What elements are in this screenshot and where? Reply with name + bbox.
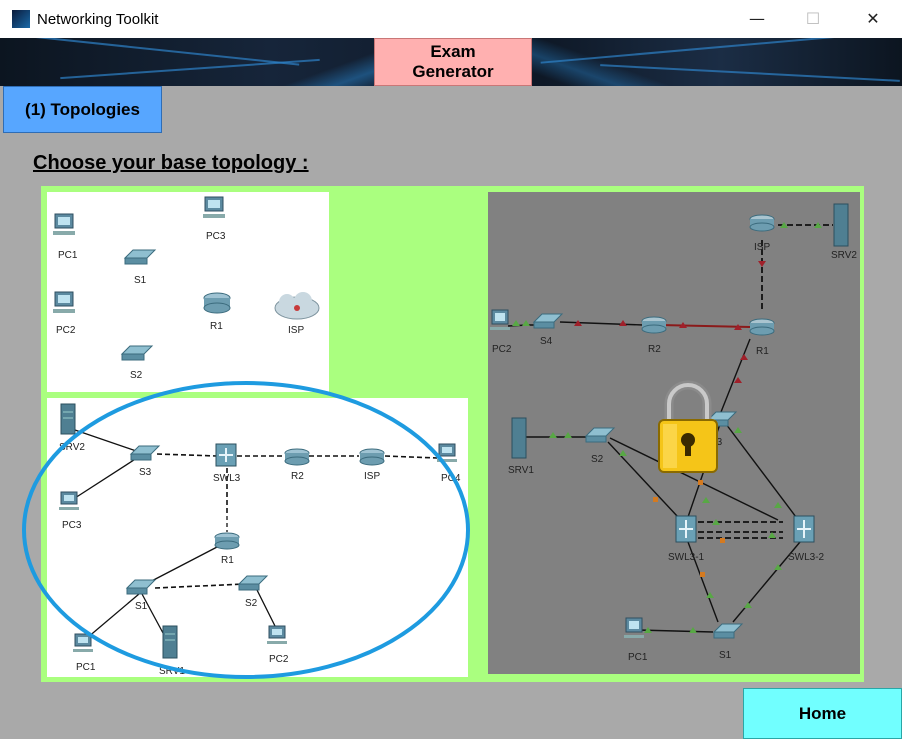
- router-icon: [749, 214, 775, 232]
- device-label: SRV1: [508, 465, 534, 476]
- device-label: PC1: [76, 662, 96, 673]
- switch-icon: [120, 345, 154, 361]
- pc-icon: [624, 617, 644, 638]
- device-label: ISP: [288, 325, 304, 336]
- pc-icon: [53, 291, 75, 313]
- switch-icon: [237, 575, 269, 591]
- router-icon: [284, 448, 310, 466]
- server-icon: [60, 403, 76, 435]
- device-label: R2: [648, 344, 661, 355]
- multilayer-switch-icon: [793, 515, 815, 543]
- device-label: SRV2: [59, 442, 85, 453]
- tab-exam-generator[interactable]: Exam Generator: [374, 38, 532, 86]
- switch-icon: [129, 445, 161, 461]
- switch-icon: [712, 623, 744, 639]
- home-button[interactable]: Home: [743, 688, 902, 739]
- switch-icon: [532, 313, 564, 329]
- device-label: SRV1: [159, 666, 185, 677]
- device-label: R1: [756, 346, 769, 357]
- pc-icon: [203, 196, 225, 218]
- device-label: PC3: [206, 231, 226, 242]
- switch-icon: [584, 427, 616, 443]
- device-label: R1: [210, 321, 223, 332]
- pc-icon: [490, 309, 510, 330]
- device-label: S2: [130, 370, 143, 381]
- app-icon: [12, 10, 30, 28]
- switch-icon: [123, 249, 157, 265]
- maximize-button[interactable]: ☐: [790, 0, 836, 38]
- device-label: PC2: [492, 344, 512, 355]
- device-label: SRV2: [831, 250, 857, 261]
- device-label: PC1: [628, 652, 648, 663]
- server-icon: [511, 417, 527, 459]
- pc-icon: [53, 213, 75, 235]
- topology-option-2[interactable]: SRV2 S3 SWL3 R2 ISP PC4 PC3 R1 S1 S2 PC1…: [47, 398, 468, 677]
- server-icon: [833, 203, 849, 247]
- tab-topologies-label: (1) Topologies: [25, 99, 140, 119]
- pc-icon: [59, 491, 79, 510]
- lock-icon: [658, 380, 718, 473]
- server-icon: [162, 625, 178, 659]
- router-icon: [641, 316, 667, 334]
- device-label: S3: [139, 467, 152, 478]
- close-button[interactable]: ✕: [850, 0, 896, 38]
- device-label: ISP: [364, 471, 380, 482]
- router-icon: [359, 448, 385, 466]
- switch-icon: [125, 579, 157, 595]
- device-label: PC2: [269, 654, 289, 665]
- tab-exam-generator-label: Exam Generator: [412, 42, 494, 81]
- topology-option-1[interactable]: PC1 PC3 S1 PC2 R1 ISP S2: [47, 192, 329, 392]
- minimize-button[interactable]: —: [734, 0, 780, 38]
- multilayer-switch-icon: [215, 443, 237, 467]
- device-label: PC3: [62, 520, 82, 531]
- page-heading: Choose your base topology :: [33, 152, 309, 174]
- topology-2-diagram: SRV2 S3 SWL3 R2 ISP PC4 PC3 R1 S1 S2 PC1…: [59, 403, 461, 677]
- device-label: R1: [221, 555, 234, 566]
- device-label: SWL3-2: [788, 552, 825, 563]
- pc-icon: [73, 633, 93, 652]
- router-icon: [203, 292, 231, 314]
- title-bar: Networking Toolkit — ☐ ✕: [0, 0, 902, 38]
- multilayer-switch-icon: [675, 515, 697, 543]
- router-icon: [214, 532, 240, 550]
- device-label: S1: [135, 601, 148, 612]
- device-label: S1: [134, 275, 147, 286]
- device-label: S4: [540, 336, 553, 347]
- router-icon: [749, 318, 775, 336]
- device-label: SWL3: [213, 473, 241, 484]
- device-label: PC4: [441, 473, 461, 484]
- tab-topologies[interactable]: (1) Topologies: [3, 86, 162, 133]
- device-label: SWL3-1: [668, 552, 705, 563]
- device-label: ISP: [754, 242, 770, 253]
- device-label: PC1: [58, 250, 78, 261]
- home-button-label: Home: [798, 703, 847, 723]
- device-label: S1: [719, 650, 732, 661]
- pc-icon: [267, 625, 287, 644]
- device-label: S2: [245, 598, 258, 609]
- device-label: S2: [591, 454, 604, 465]
- window-title: Networking Toolkit: [37, 11, 159, 28]
- device-label: R2: [291, 471, 304, 482]
- topology-1-diagram: PC1 PC3 S1 PC2 R1 ISP S2: [53, 196, 320, 381]
- pc-icon: [437, 443, 457, 462]
- device-label: PC2: [56, 325, 76, 336]
- isp-cloud-icon: [274, 292, 320, 320]
